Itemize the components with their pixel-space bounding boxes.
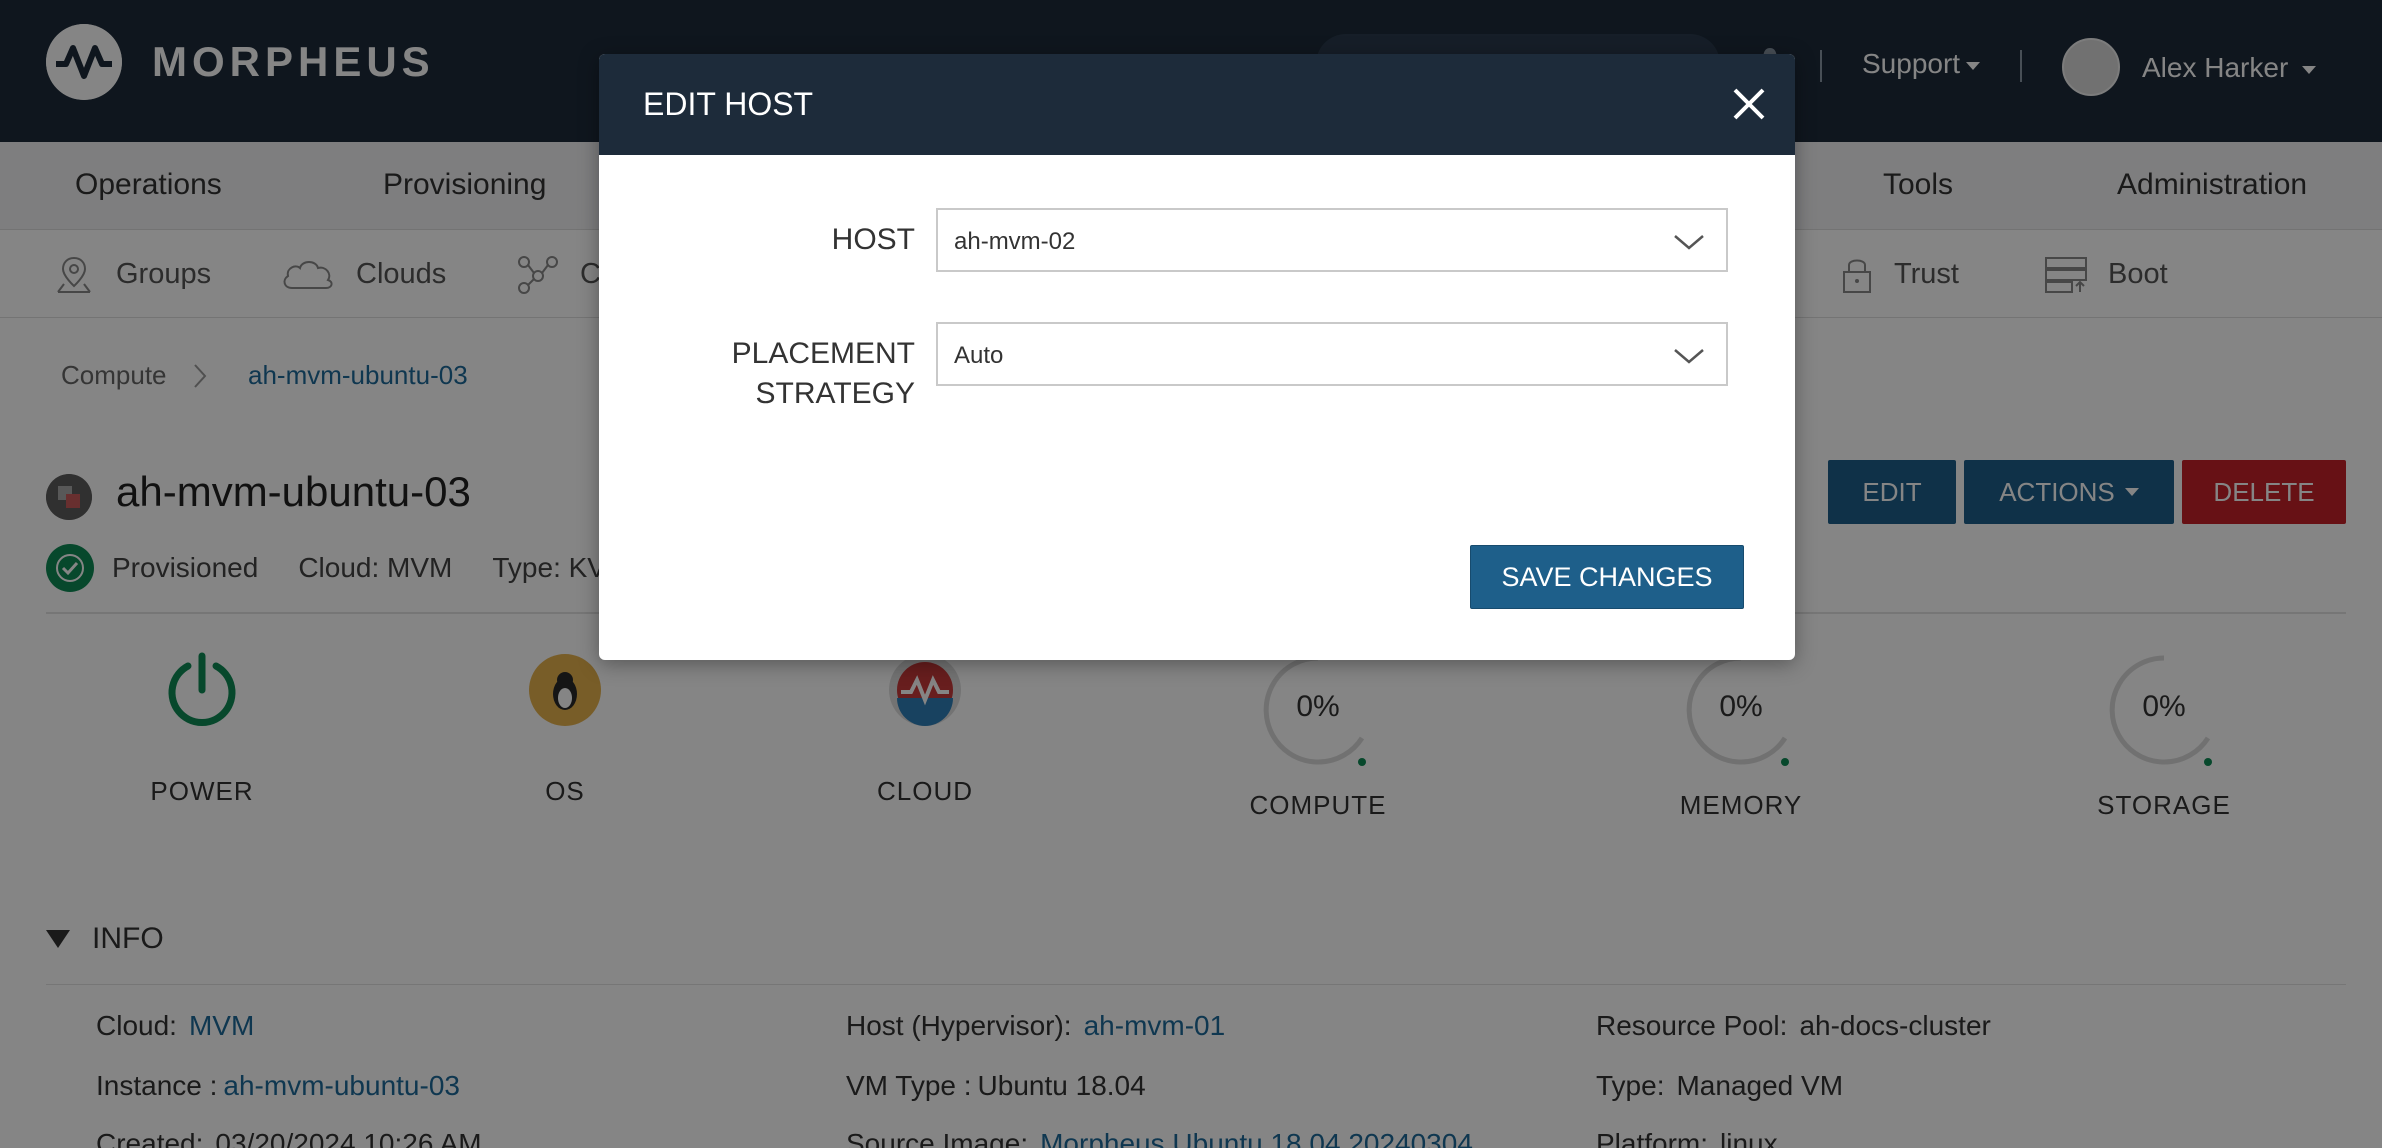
- chevron-down-icon: [1674, 235, 1704, 250]
- edit-host-modal: EDIT HOST HOST ah-mvm-02 PLACEMENT STRAT…: [599, 54, 1795, 660]
- chevron-down-icon: [1674, 349, 1704, 364]
- placement-label-line1: PLACEMENT: [731, 337, 915, 370]
- close-icon[interactable]: [1729, 84, 1769, 124]
- host-label: HOST: [831, 223, 915, 256]
- placement-strategy-label: PLACEMENT STRATEGY: [659, 334, 915, 414]
- placement-strategy-select[interactable]: Auto: [936, 322, 1728, 386]
- modal-header: EDIT HOST: [599, 54, 1795, 155]
- placement-label-line2: STRATEGY: [755, 377, 915, 410]
- host-select[interactable]: ah-mvm-02: [936, 208, 1728, 272]
- modal-title: EDIT HOST: [643, 86, 814, 122]
- host-select-value: ah-mvm-02: [954, 228, 1076, 255]
- save-changes-button[interactable]: SAVE CHANGES: [1470, 545, 1744, 609]
- placement-select-value: Auto: [954, 342, 1004, 369]
